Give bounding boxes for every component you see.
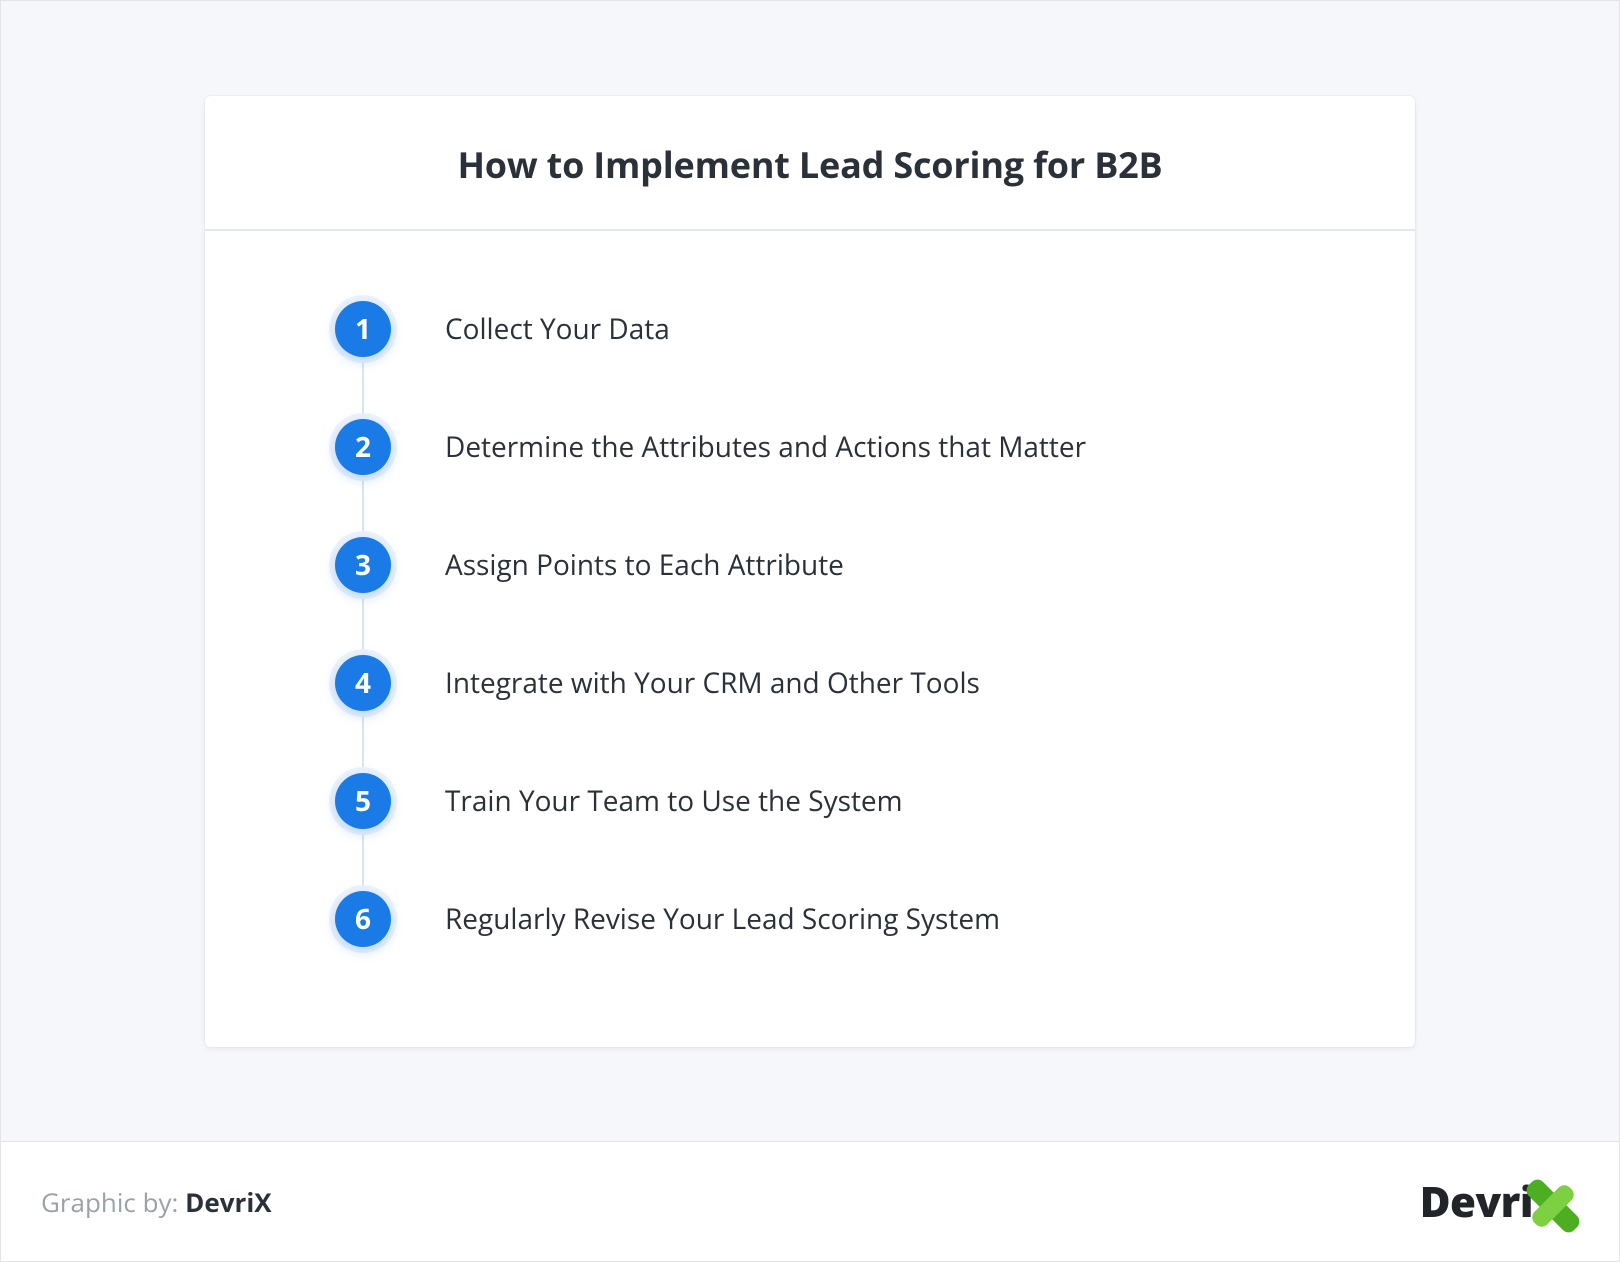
step-number-badge: 1 (335, 301, 391, 357)
devrix-logo: Devri (1420, 1173, 1579, 1230)
card-body: 1 Collect Your Data 2 Determine the Attr… (205, 231, 1415, 1047)
logo-text: Devri (1420, 1173, 1533, 1230)
credit-line: Graphic by: DevriX (41, 1184, 272, 1220)
logo-x-icon (1527, 1180, 1579, 1232)
step-item: 6 Regularly Revise Your Lead Scoring Sys… (335, 891, 1375, 947)
credit-name: DevriX (185, 1184, 271, 1220)
step-item: 3 Assign Points to Each Attribute (335, 537, 1375, 593)
card-title: How to Implement Lead Scoring for B2B (225, 140, 1395, 189)
connector-line (362, 329, 364, 919)
step-number-badge: 3 (335, 537, 391, 593)
step-label: Integrate with Your CRM and Other Tools (445, 664, 980, 702)
step-number-badge: 4 (335, 655, 391, 711)
step-label: Regularly Revise Your Lead Scoring Syste… (445, 900, 1000, 938)
step-item: 5 Train Your Team to Use the System (335, 773, 1375, 829)
step-item: 2 Determine the Attributes and Actions t… (335, 419, 1375, 475)
credit-prefix: Graphic by: (41, 1184, 185, 1220)
step-number-badge: 5 (335, 773, 391, 829)
step-item: 1 Collect Your Data (335, 301, 1375, 357)
card: How to Implement Lead Scoring for B2B 1 … (205, 96, 1415, 1047)
card-header: How to Implement Lead Scoring for B2B (205, 96, 1415, 231)
step-label: Assign Points to Each Attribute (445, 546, 844, 584)
step-number-badge: 6 (335, 891, 391, 947)
footer: Graphic by: DevriX Devri (1, 1141, 1619, 1261)
step-label: Collect Your Data (445, 310, 670, 348)
step-label: Determine the Attributes and Actions tha… (445, 428, 1086, 466)
stage: How to Implement Lead Scoring for B2B 1 … (1, 1, 1619, 1141)
step-label: Train Your Team to Use the System (445, 782, 903, 820)
step-number-badge: 2 (335, 419, 391, 475)
infographic-container: How to Implement Lead Scoring for B2B 1 … (0, 0, 1620, 1262)
step-item: 4 Integrate with Your CRM and Other Tool… (335, 655, 1375, 711)
steps-list: 1 Collect Your Data 2 Determine the Attr… (335, 301, 1375, 947)
